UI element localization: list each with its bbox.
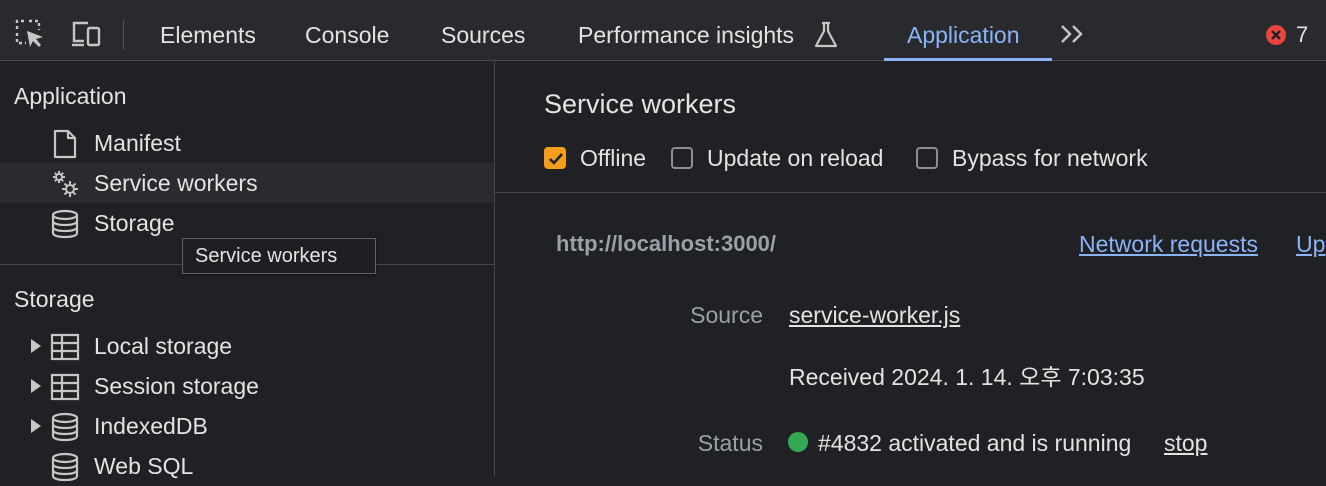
file-icon [53, 129, 77, 159]
offline-label: Offline [580, 145, 647, 171]
status-label: Status [697, 430, 763, 456]
tab-application[interactable]: Application [907, 0, 1020, 60]
sidebar-item-local-storage[interactable]: Local storage [0, 326, 494, 366]
tab-elements[interactable]: Elements [160, 0, 256, 60]
sidebar-item-manifest[interactable]: Manifest [0, 123, 494, 163]
offline-checkbox[interactable] [544, 147, 566, 169]
gears-icon [53, 171, 78, 197]
sidebar-item-label: Service workers [94, 170, 258, 196]
sidebar-item-label: Web SQL [94, 453, 194, 479]
source-label: Source [690, 302, 763, 328]
tab-sources[interactable]: Sources [441, 0, 525, 60]
tab-console[interactable]: Console [305, 0, 389, 60]
sidebar-item-web-sql[interactable]: Web SQL [0, 446, 494, 486]
more-tabs-icon[interactable] [1058, 18, 1088, 50]
tab-performance-insights[interactable]: Performance insights [578, 0, 794, 60]
sidebar-item-label: Storage [94, 210, 175, 236]
sidebar-section-application[interactable]: Application [14, 83, 127, 110]
sidebar-item-label: Session storage [94, 373, 259, 399]
inspect-element-icon[interactable] [14, 18, 46, 50]
panel-divider [495, 192, 1326, 193]
sidebar-item-service-workers[interactable]: Service workers [0, 163, 494, 203]
table-icon [50, 333, 80, 361]
table-icon [50, 373, 80, 401]
page-title: Service workers [544, 89, 737, 119]
flask-icon [814, 21, 838, 48]
error-icon[interactable] [1265, 24, 1287, 46]
devtools-toolbar: Elements Console Sources Performance ins… [0, 0, 1326, 61]
error-count[interactable]: 7 [1296, 0, 1308, 60]
toolbar-separator [123, 20, 124, 50]
expand-arrow-icon[interactable] [30, 419, 42, 433]
stop-link[interactable]: stop [1164, 430, 1207, 457]
sidebar-section-storage[interactable]: Storage [14, 286, 95, 313]
network-requests-link[interactable]: Network requests [1079, 231, 1258, 258]
received-timestamp: Received 2024. 1. 14. 오후 7:03:35 [789, 364, 1145, 390]
sidebar-item-indexeddb[interactable]: IndexedDB [0, 406, 494, 446]
update-on-reload-checkbox[interactable] [671, 147, 693, 169]
checkmark-icon [549, 153, 563, 165]
device-toggle-icon[interactable] [70, 18, 102, 50]
bypass-for-network-label: Bypass for network [952, 145, 1148, 171]
database-icon [51, 452, 79, 482]
source-file-link[interactable]: service-worker.js [789, 302, 960, 329]
expand-arrow-icon[interactable] [30, 339, 42, 353]
expand-arrow-icon[interactable] [30, 379, 42, 393]
update-link[interactable]: Up [1296, 231, 1325, 258]
sidebar-item-session-storage[interactable]: Session storage [0, 366, 494, 406]
status-text: #4832 activated and is running [818, 430, 1132, 456]
update-on-reload-label: Update on reload [707, 145, 884, 171]
sidebar-item-label: Local storage [94, 333, 233, 359]
database-icon [51, 412, 79, 442]
status-indicator [788, 432, 808, 452]
sidebar-item-storage[interactable]: Storage [0, 203, 494, 243]
bypass-for-network-checkbox[interactable] [916, 147, 938, 169]
sidebar-item-label: Manifest [94, 130, 181, 156]
tooltip: Service workers [182, 238, 376, 274]
database-icon [51, 209, 79, 239]
worker-origin: http://localhost:3000/ [556, 231, 777, 256]
sidebar-item-label: IndexedDB [94, 413, 208, 439]
service-workers-panel: Service workers Offline Update on reload… [495, 61, 1326, 476]
